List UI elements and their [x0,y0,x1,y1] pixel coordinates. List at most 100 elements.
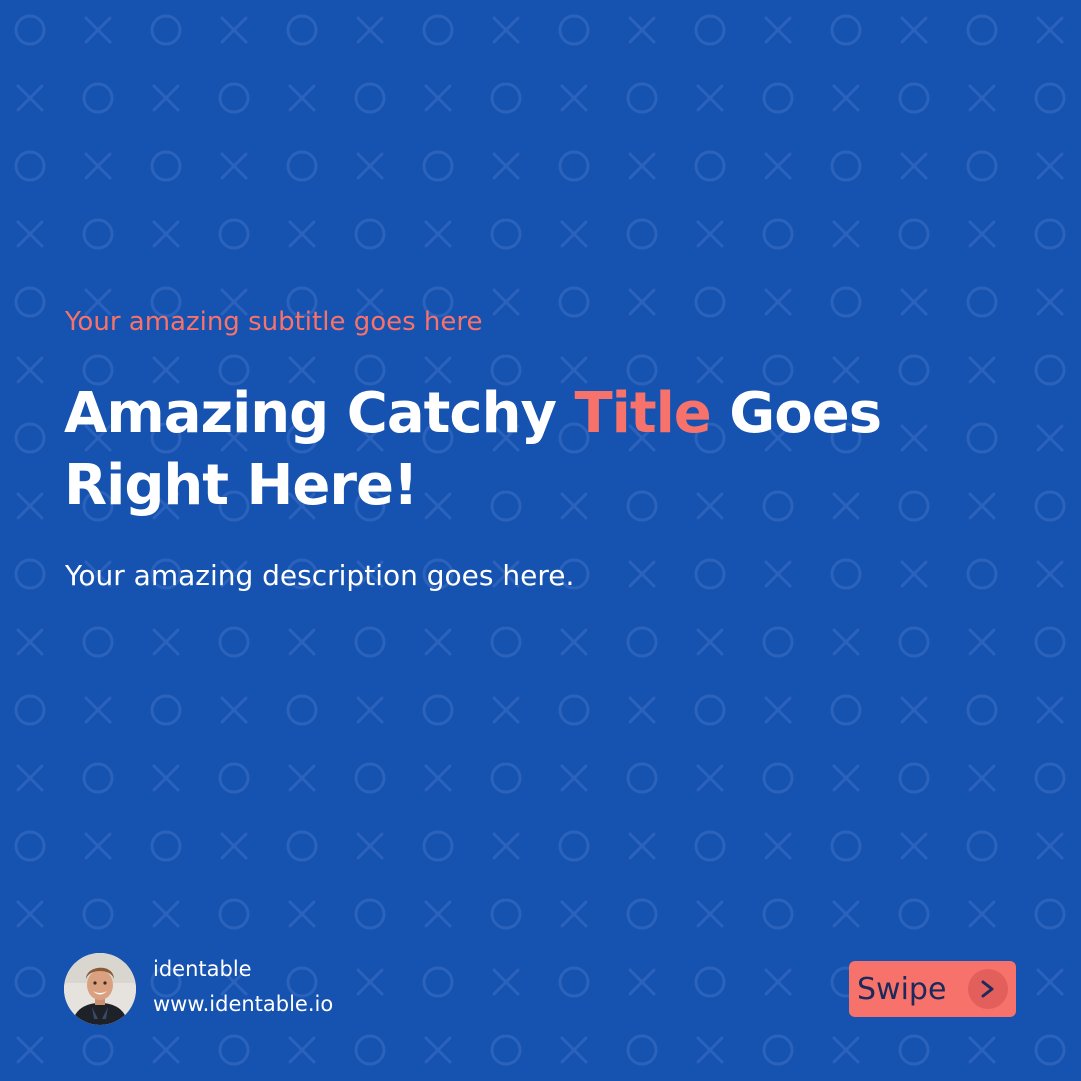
pattern-x-mark [1036,560,1064,588]
pattern-x-mark [1036,832,1064,860]
pattern-o-mark [762,898,794,930]
pattern-x-mark [832,764,860,792]
pattern-x-mark [900,152,928,180]
pattern-x-mark [1036,288,1064,316]
pattern-x-mark [220,152,248,180]
pattern-x-mark [968,900,996,928]
pattern-x-mark [424,1036,452,1064]
pattern-o-mark [626,82,658,114]
pattern-x-mark [16,1036,44,1064]
pattern-o-mark [1034,898,1066,930]
pattern-x-mark [1036,16,1064,44]
pattern-x-mark [560,900,588,928]
pattern-x-mark [900,832,928,860]
pattern-x-mark [492,832,520,860]
description: Your amazing description goes here. [65,559,575,592]
pattern-x-mark [84,696,112,724]
pattern-o-mark [694,558,726,590]
pattern-x-mark [968,1036,996,1064]
pattern-x-mark [492,288,520,316]
pattern-o-mark [1034,626,1066,658]
pattern-o-mark [286,14,318,46]
pattern-x-mark [968,628,996,656]
pattern-o-mark [354,898,386,930]
pattern-o-mark [14,830,46,862]
pattern-o-mark [218,218,250,250]
pattern-x-mark [16,900,44,928]
pattern-o-mark [830,14,862,46]
brand-url[interactable]: www.identable.io [153,992,333,1016]
pattern-x-mark [492,968,520,996]
pattern-x-mark [764,696,792,724]
pattern-x-mark [424,900,452,928]
pattern-x-mark [764,832,792,860]
pattern-o-mark [82,82,114,114]
pattern-x-mark [968,84,996,112]
pattern-o-mark [694,286,726,318]
swipe-button-label: Swipe [857,971,947,1007]
pattern-x-mark [288,900,316,928]
pattern-x-mark [628,16,656,44]
pattern-o-mark [626,1034,658,1066]
pattern-o-mark [286,150,318,182]
pattern-o-mark [82,1034,114,1066]
avatar [64,953,136,1025]
pattern-x-mark [628,288,656,316]
pattern-x-mark [356,696,384,724]
brand-name: identable [153,957,252,981]
swipe-button[interactable]: Swipe [849,961,1016,1017]
pattern-o-mark [14,422,46,454]
pattern-o-mark [1034,490,1066,522]
pattern-o-mark [286,830,318,862]
pattern-o-mark [830,286,862,318]
pattern-x-mark [16,84,44,112]
pattern-x-mark [832,84,860,112]
pattern-o-mark [150,830,182,862]
pattern-x-mark [832,1036,860,1064]
pattern-x-mark [288,628,316,656]
pattern-o-mark [354,218,386,250]
pattern-o-mark [626,898,658,930]
pattern-o-mark [626,762,658,794]
pattern-o-mark [830,830,862,862]
pattern-x-mark [764,16,792,44]
pattern-o-mark [898,898,930,930]
pattern-x-mark [220,16,248,44]
pattern-o-mark [82,626,114,658]
pattern-o-mark [694,14,726,46]
pattern-x-mark [152,900,180,928]
pattern-o-mark [558,14,590,46]
pattern-o-mark [286,694,318,726]
pattern-o-mark [150,150,182,182]
pattern-x-mark [900,288,928,316]
pattern-o-mark [218,898,250,930]
pattern-o-mark [694,150,726,182]
pattern-o-mark [762,218,794,250]
title: Amazing Catchy Title Goes Right Here! [64,378,964,522]
pattern-o-mark [694,694,726,726]
pattern-x-mark [968,764,996,792]
pattern-x-mark [628,696,656,724]
pattern-o-mark [626,626,658,658]
pattern-x-mark [1036,696,1064,724]
pattern-x-mark [832,220,860,248]
pattern-o-mark [1034,218,1066,250]
pattern-x-mark [832,628,860,656]
pattern-x-mark [152,220,180,248]
pattern-x-mark [152,1036,180,1064]
pattern-x-mark [968,356,996,384]
pattern-x-mark [16,492,44,520]
pattern-x-mark [356,832,384,860]
pattern-o-mark [150,14,182,46]
pattern-o-mark [14,14,46,46]
pattern-o-mark [490,218,522,250]
pattern-x-mark [356,16,384,44]
pattern-o-mark [218,762,250,794]
pattern-x-mark [288,764,316,792]
pattern-o-mark [558,286,590,318]
pattern-o-mark [354,82,386,114]
pattern-o-mark [966,286,998,318]
pattern-o-mark [1034,1034,1066,1066]
pattern-o-mark [966,830,998,862]
pattern-x-mark [560,764,588,792]
